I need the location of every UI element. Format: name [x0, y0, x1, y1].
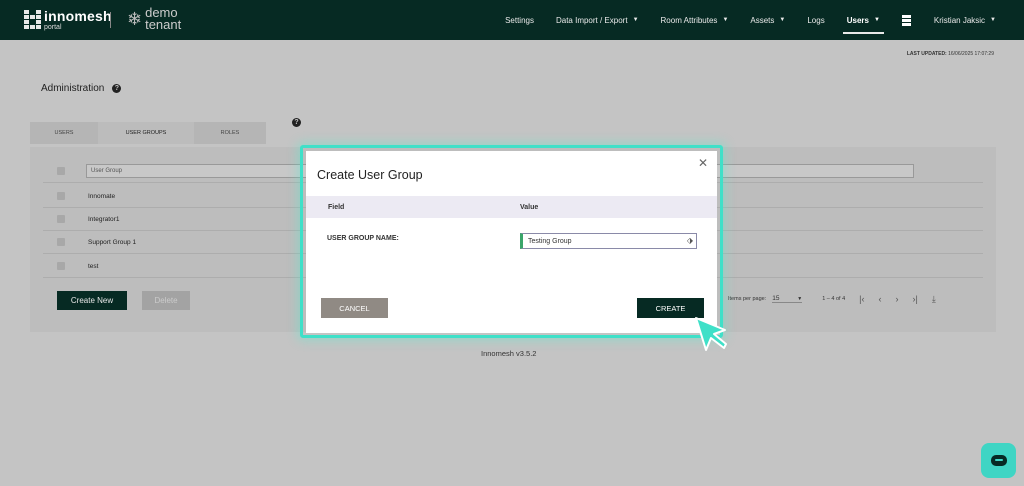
- row-label: Integrator1: [88, 215, 120, 223]
- logo-divider: [110, 12, 111, 28]
- nav-data-import-export[interactable]: Data Import / Export ▼: [556, 0, 639, 40]
- caret-down-icon: ▼: [990, 17, 996, 23]
- top-navbar: innomesh portal ❄ demo tenant Settings D…: [0, 0, 1024, 40]
- row-label: Innomate: [88, 192, 116, 200]
- tab-roles[interactable]: ROLES: [194, 122, 266, 144]
- caret-down-icon: ▼: [722, 17, 729, 23]
- delete-button[interactable]: Delete: [142, 291, 190, 310]
- pointer-cursor-icon: [695, 317, 727, 351]
- apps-grid-button[interactable]: [901, 0, 912, 40]
- row-label: test: [88, 262, 99, 270]
- grid-icon: [901, 15, 912, 26]
- logo-name: innomesh: [44, 8, 112, 24]
- row-checkbox[interactable]: [57, 215, 65, 223]
- nav-room-attributes[interactable]: Room Attributes ▼: [661, 0, 729, 40]
- page-title: Administration ?: [41, 83, 122, 94]
- tenant-logo: ❄ demo tenant: [127, 6, 182, 32]
- caret-down-icon: ▼: [873, 17, 880, 23]
- nav-users[interactable]: Users ▼: [842, 0, 885, 40]
- admin-tabs: USERS USER GROUPS ROLES ?: [30, 118, 301, 144]
- col-field-header: Field: [328, 203, 345, 211]
- nav-logs[interactable]: Logs: [807, 0, 824, 40]
- chat-icon: [990, 455, 1007, 466]
- next-page-icon[interactable]: ›: [896, 294, 899, 304]
- select-all-checkbox[interactable]: [57, 167, 65, 175]
- autofill-icon[interactable]: ⬗: [687, 236, 693, 245]
- last-updated: LAST UPDATED: 16/06/2025 17:07:29: [906, 51, 994, 57]
- caret-down-icon: ▼: [797, 295, 803, 302]
- user-group-name-input[interactable]: Testing Group ⬗: [520, 233, 697, 249]
- prev-page-icon[interactable]: ‹: [879, 294, 882, 304]
- chat-button[interactable]: [981, 443, 1016, 478]
- col-value-header: Value: [520, 203, 539, 211]
- app-version: Innomesh v3.5.2: [481, 349, 537, 358]
- page-range: 1 – 4 of 4: [822, 296, 846, 302]
- nav-settings[interactable]: Settings: [505, 0, 534, 40]
- download-icon[interactable]: ⤓: [932, 294, 936, 305]
- row-checkbox[interactable]: [57, 192, 65, 200]
- user-group-name-label: USER GROUP NAME:: [327, 235, 399, 242]
- cancel-button[interactable]: CANCEL: [321, 298, 388, 318]
- create-user-group-dialog: Create User Group ✕ Field Value USER GRO…: [306, 151, 717, 333]
- innomesh-logo[interactable]: innomesh portal: [24, 9, 112, 31]
- last-page-icon[interactable]: ›|: [913, 294, 918, 304]
- row-checkbox[interactable]: [57, 238, 65, 246]
- create-new-button[interactable]: Create New: [57, 291, 127, 310]
- dialog-title: Create User Group: [317, 168, 423, 182]
- caret-down-icon: ▼: [779, 17, 786, 23]
- help-icon[interactable]: ?: [112, 84, 122, 93]
- nav-assets[interactable]: Assets ▼: [750, 0, 785, 40]
- items-per-page-select[interactable]: 15 ▼: [772, 295, 803, 303]
- row-checkbox[interactable]: [57, 262, 65, 270]
- paginator: Items per page: 15 ▼ 1 – 4 of 4 |‹ ‹ › ›|…: [728, 292, 936, 306]
- snowflake-icon: ❄: [127, 9, 143, 29]
- caret-down-icon: ▼: [632, 17, 639, 23]
- first-page-icon[interactable]: |‹: [859, 294, 864, 304]
- logo-sub: portal: [44, 24, 62, 31]
- row-label: Support Group 1: [88, 238, 137, 246]
- tenant-line2: tenant: [145, 17, 182, 32]
- create-button[interactable]: CREATE: [637, 298, 704, 318]
- user-menu[interactable]: Kristian Jaksic ▼: [934, 0, 996, 40]
- tabs-help-icon[interactable]: ?: [292, 118, 301, 127]
- tab-user-groups[interactable]: USER GROUPS: [98, 122, 194, 144]
- close-icon[interactable]: ✕: [698, 156, 708, 170]
- items-per-page-label: Items per page:: [728, 296, 767, 302]
- logo-icon: [24, 10, 41, 30]
- tab-users[interactable]: USERS: [30, 122, 98, 144]
- dialog-table-header: Field Value: [306, 196, 717, 218]
